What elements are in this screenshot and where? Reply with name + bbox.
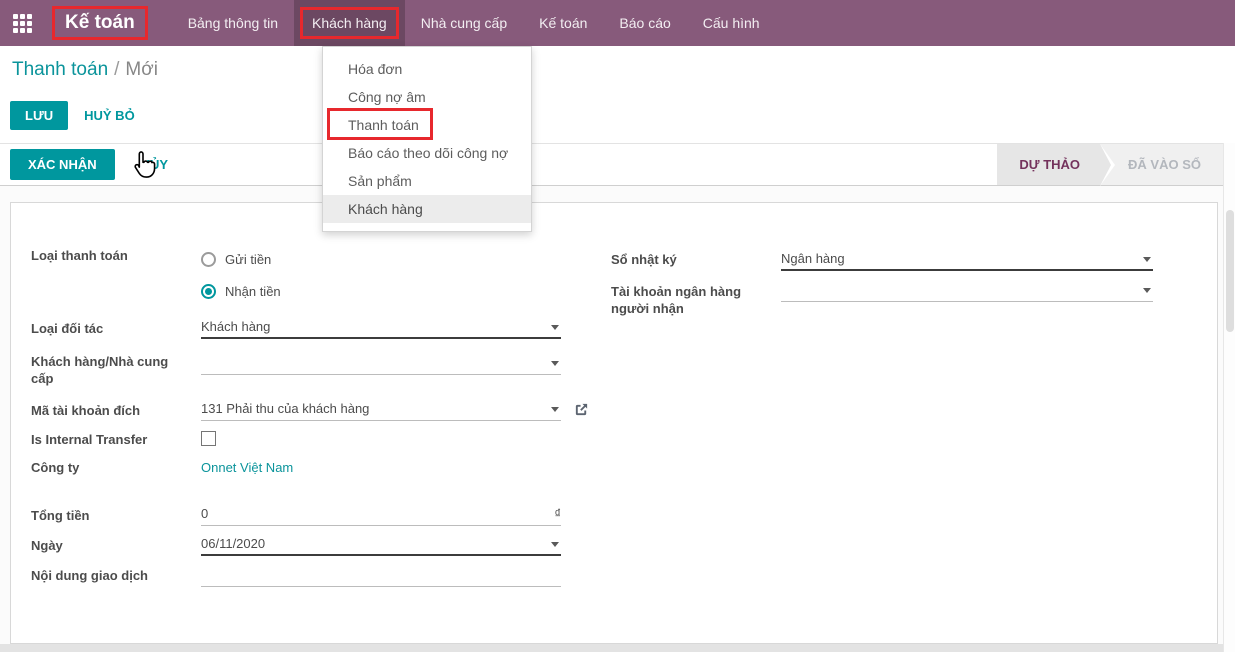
dropdown-item-invoices[interactable]: Hóa đơn	[323, 55, 531, 83]
apps-menu-button[interactable]	[0, 0, 44, 46]
save-button[interactable]: LƯU	[10, 101, 68, 130]
confirm-button[interactable]: XÁC NHẬN	[10, 149, 115, 180]
radio-option-send-money[interactable]: Gửi tiền	[201, 252, 271, 267]
field-label-destination-account: Mã tài khoản đích	[31, 402, 196, 419]
field-label-internal-transfer: Is Internal Transfer	[31, 431, 196, 448]
topbar-menu-reporting[interactable]: Báo cáo	[603, 0, 686, 46]
form-sheet: Loại thanh toán Gửi tiền Nhận tiền Loại …	[10, 202, 1218, 644]
top-menu: Bảng thông tin Khách hàng Nhà cung cấp K…	[172, 0, 776, 46]
dropdown-item-products[interactable]: Sản phẩm	[323, 167, 531, 195]
edit-buttons: LƯU HUỶ BỎ	[10, 101, 145, 130]
form-statusbar: XÁC NHẬN HỦY DỰ THẢO ĐÃ VÀO SỔ	[0, 143, 1223, 186]
field-label-journal: Sổ nhật ký	[611, 251, 761, 268]
breadcrumb-current: Mới	[125, 59, 158, 80]
dropdown-caret-icon	[551, 325, 559, 330]
app-name[interactable]: Kế toán	[55, 9, 145, 37]
partner-field[interactable]	[201, 354, 561, 375]
status-step-posted[interactable]: ĐÃ VÀO SỔ	[1100, 144, 1223, 185]
field-label-company: Công ty	[31, 459, 196, 476]
page-bottom-strip	[0, 644, 1223, 652]
dropdown-item-customers[interactable]: Khách hàng	[323, 195, 531, 223]
breadcrumb-parent-link[interactable]: Thanh toán	[12, 59, 108, 80]
accounting-payment-page: Kế toán Bảng thông tin Khách hàng Nhà cu…	[0, 0, 1235, 652]
journal-field[interactable]: Ngân hàng	[781, 250, 1153, 271]
currency-symbol: ₫	[554, 505, 561, 523]
mouse-cursor-icon	[128, 150, 158, 182]
breadcrumb-separator: /	[114, 59, 119, 80]
dropdown-item-payments[interactable]: Thanh toán	[323, 111, 531, 139]
internal-transfer-checkbox[interactable]	[201, 431, 216, 446]
status-step-draft[interactable]: DỰ THẢO	[997, 144, 1100, 185]
scrollbar-thumb[interactable]	[1226, 210, 1234, 332]
memo-field[interactable]	[201, 566, 561, 587]
company-field: Onnet Việt Nam	[201, 459, 561, 480]
field-label-memo: Nội dung giao dịch	[31, 567, 201, 584]
field-label-recipient-bank: Tài khoản ngân hàng người nhận	[611, 283, 761, 317]
field-label-partner: Khách hàng/Nhà cung cấp	[31, 353, 191, 387]
control-panel: Thanh toán / Mới LƯU HUỶ BỎ	[0, 46, 1235, 143]
radio-icon-unselected	[201, 252, 216, 267]
amount-field[interactable]: 0 ₫	[201, 505, 561, 526]
top-navbar: Kế toán Bảng thông tin Khách hàng Nhà cu…	[0, 0, 1235, 46]
field-label-payment-type: Loại thanh toán	[31, 247, 196, 264]
dropdown-item-credit-notes[interactable]: Công nợ âm	[323, 83, 531, 111]
dropdown-caret-icon	[551, 361, 559, 366]
partner-type-field[interactable]: Khách hàng	[201, 318, 561, 339]
topbar-menu-configuration[interactable]: Cấu hình	[687, 0, 776, 46]
field-label-partner-type: Loại đối tác	[31, 320, 196, 337]
field-label-date: Ngày	[31, 537, 196, 554]
topbar-menu-vendors[interactable]: Nhà cung cấp	[405, 0, 523, 46]
content-area: Loại thanh toán Gửi tiền Nhận tiền Loại …	[0, 186, 1223, 652]
company-link[interactable]: Onnet Việt Nam	[201, 460, 293, 475]
annotation-box-customers-menu: Khách hàng	[300, 7, 399, 39]
dropdown-caret-icon	[551, 407, 559, 412]
status-steps: DỰ THẢO ĐÃ VÀO SỔ	[997, 144, 1223, 185]
annotation-box-brand: Kế toán	[52, 6, 148, 40]
radio-icon-selected	[201, 284, 216, 299]
radio-option-receive-money[interactable]: Nhận tiền	[201, 284, 281, 299]
recipient-bank-field[interactable]	[781, 281, 1153, 302]
discard-button[interactable]: HUỶ BỎ	[74, 101, 145, 130]
dropdown-caret-icon	[551, 542, 559, 547]
dropdown-item-follow-up-reports[interactable]: Báo cáo theo dõi công nợ	[323, 139, 531, 167]
apps-grid-icon	[13, 14, 32, 33]
field-label-amount: Tổng tiền	[31, 507, 196, 524]
destination-account-field[interactable]: 131 Phải thu của khách hàng	[201, 400, 561, 421]
date-field[interactable]: 06/11/2020	[201, 535, 561, 556]
external-link-icon[interactable]	[574, 402, 589, 417]
scrollbar[interactable]	[1223, 143, 1235, 652]
topbar-menu-dashboard[interactable]: Bảng thông tin	[172, 0, 294, 46]
breadcrumb: Thanh toán / Mới	[12, 59, 158, 81]
topbar-menu-customers[interactable]: Khách hàng	[294, 0, 405, 46]
dropdown-caret-icon	[1143, 257, 1151, 262]
dropdown-caret-icon	[1143, 288, 1151, 293]
topbar-menu-accounting[interactable]: Kế toán	[523, 0, 603, 46]
customers-dropdown-menu: Hóa đơn Công nợ âm Thanh toán Báo cáo th…	[322, 46, 532, 232]
